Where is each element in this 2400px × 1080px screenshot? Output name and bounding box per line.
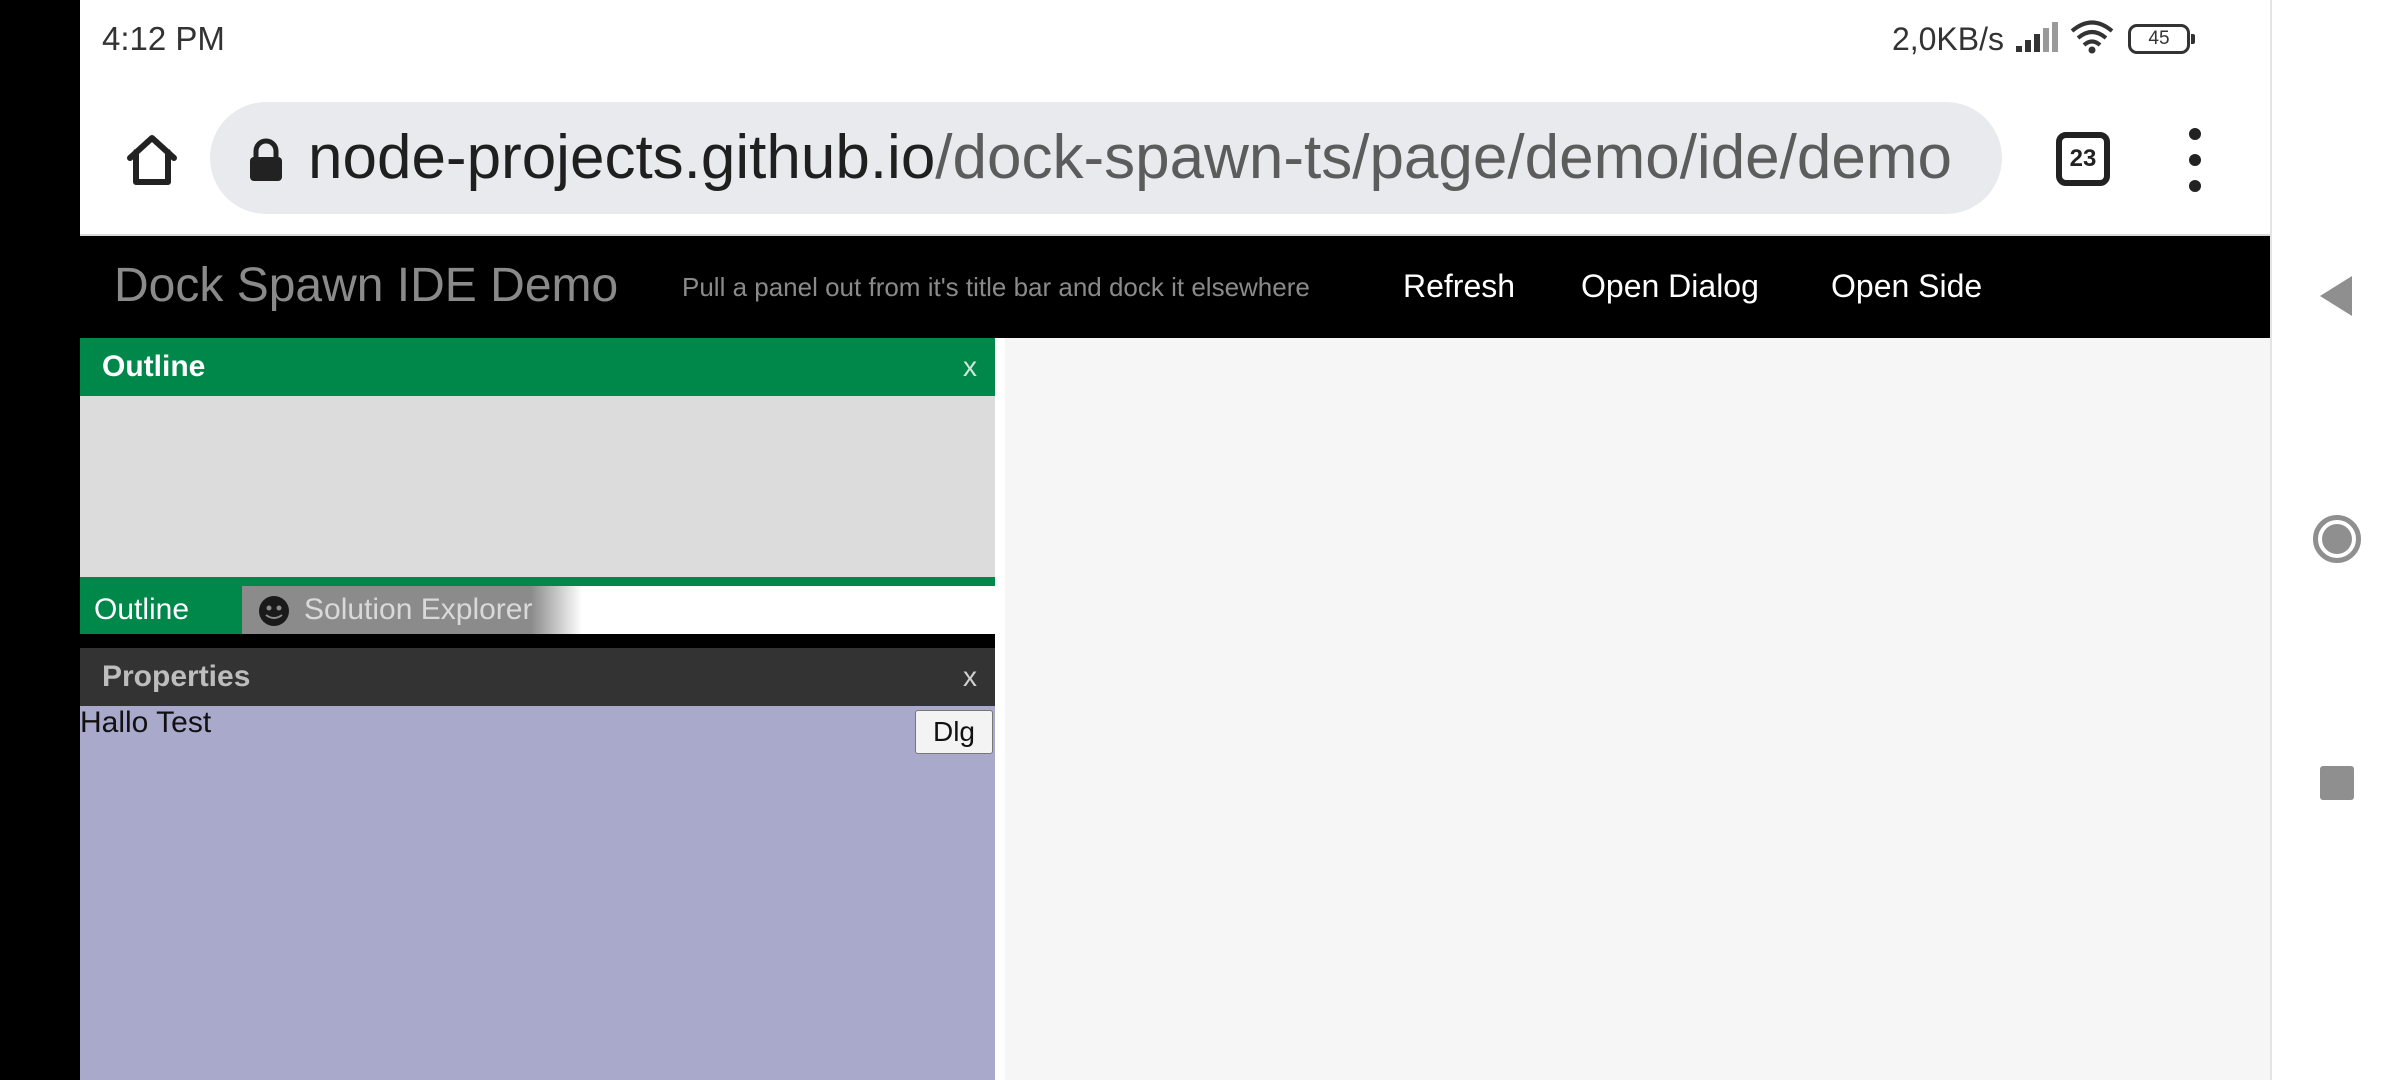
url-path: /dock-spawn-ts/page/demo/ide/demo bbox=[935, 123, 1952, 192]
properties-panel-header[interactable]: Properties x bbox=[80, 648, 995, 706]
recents-icon[interactable] bbox=[2320, 766, 2354, 800]
tab-count: 23 bbox=[2069, 145, 2097, 172]
overflow-menu-icon[interactable] bbox=[2180, 128, 2210, 192]
outline-panel-content bbox=[80, 396, 995, 577]
dlg-button[interactable]: Dlg bbox=[915, 710, 993, 754]
github-icon bbox=[258, 594, 290, 626]
phone-screen: 4:12 PM 2,0KB/s 45 node-projects.github.… bbox=[80, 0, 2270, 1080]
properties-panel-title: Properties bbox=[102, 660, 251, 693]
signal-icon bbox=[2014, 21, 2060, 57]
outline-panel-header[interactable]: Outline x bbox=[80, 338, 995, 396]
lock-icon bbox=[246, 138, 286, 182]
status-time: 4:12 PM bbox=[102, 20, 225, 57]
refresh-link[interactable]: Refresh bbox=[1403, 268, 1515, 305]
app-header: Dock Spawn IDE Demo Pull a panel out fro… bbox=[80, 236, 2270, 338]
properties-close-button[interactable]: x bbox=[963, 648, 977, 706]
tab-solution-explorer-label: Solution Explorer bbox=[304, 593, 533, 626]
tab-solution-explorer[interactable]: Solution Explorer bbox=[242, 586, 582, 634]
properties-text: Hallo Test bbox=[80, 706, 212, 739]
status-indicators: 2,0KB/s 45 bbox=[1891, 18, 2195, 60]
outline-panel-title: Outline bbox=[102, 350, 206, 383]
app-title: Dock Spawn IDE Demo bbox=[114, 259, 619, 312]
wifi-icon bbox=[2070, 20, 2114, 59]
home-circle-icon[interactable] bbox=[2313, 515, 2361, 563]
open-side-link[interactable]: Open Side bbox=[1831, 268, 1982, 305]
document-area bbox=[1005, 338, 2270, 1080]
tab-strip-accent bbox=[80, 577, 995, 586]
network-speed: 2,0KB/s bbox=[1891, 20, 2004, 57]
url-text[interactable]: node-projects.github.io/dock-spawn-ts/pa… bbox=[308, 122, 1982, 194]
open-dialog-link[interactable]: Open Dialog bbox=[1581, 268, 1759, 305]
left-dock-area: Outline x Outline Solution Explorer Prop… bbox=[80, 338, 995, 1080]
home-button[interactable] bbox=[116, 124, 188, 196]
battery-icon: 45 bbox=[2128, 24, 2195, 54]
status-bar: 4:12 PM 2,0KB/s 45 bbox=[80, 0, 2270, 80]
tab-outline[interactable]: Outline bbox=[80, 586, 242, 634]
home-icon bbox=[127, 135, 177, 185]
browser-toolbar: node-projects.github.io/dock-spawn-ts/pa… bbox=[80, 80, 2270, 236]
address-bar[interactable]: node-projects.github.io/dock-spawn-ts/pa… bbox=[210, 102, 2002, 214]
tab-switcher-button[interactable]: 23 bbox=[2056, 132, 2110, 186]
panel-tab-row: Outline Solution Explorer bbox=[80, 586, 995, 634]
battery-level: 45 bbox=[2148, 28, 2170, 49]
back-icon[interactable] bbox=[2320, 276, 2352, 316]
system-nav-bar bbox=[2270, 0, 2400, 1080]
app-subtitle: Pull a panel out from it's title bar and… bbox=[682, 272, 1310, 302]
url-host: node-projects.github.io bbox=[308, 123, 936, 192]
properties-panel-content: Hallo Test Dlg bbox=[80, 706, 995, 1080]
outline-close-button[interactable]: x bbox=[963, 338, 977, 396]
